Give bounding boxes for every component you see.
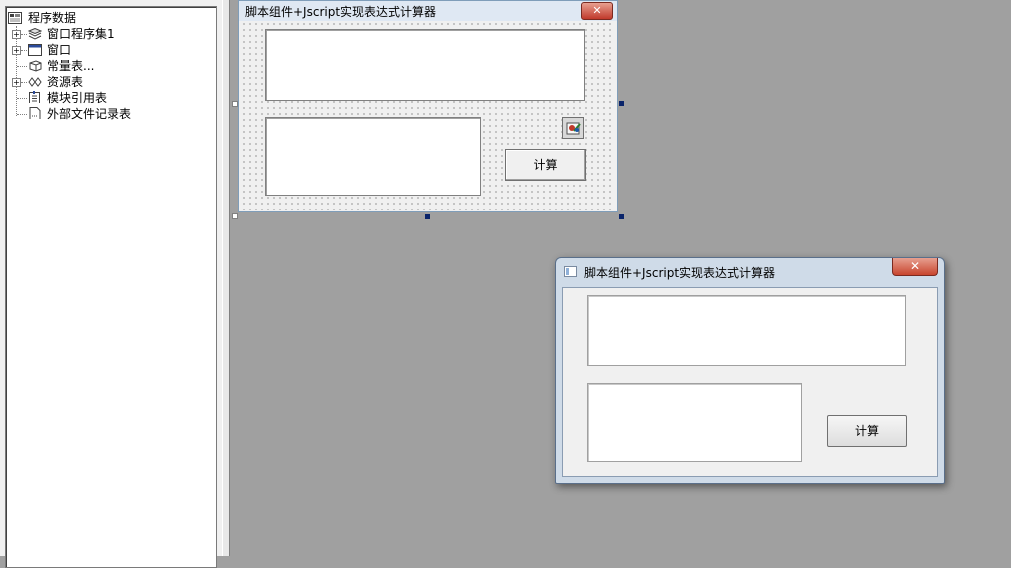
expand-icon[interactable]: + bbox=[12, 46, 21, 55]
program-data-icon bbox=[8, 12, 22, 24]
expression-input[interactable] bbox=[587, 295, 906, 366]
tree-item-label: 模块引用表 bbox=[47, 91, 108, 105]
module-ref-icon bbox=[29, 91, 40, 103]
tree-item-constants[interactable]: 常量表... bbox=[6, 58, 206, 74]
design-close-button[interactable]: ✕ bbox=[581, 2, 613, 20]
running-window[interactable]: 脚本组件+Jscript实现表达式计算器 ✕ 计算 bbox=[555, 257, 945, 484]
running-window-client: 计算 bbox=[562, 287, 938, 477]
constants-icon bbox=[29, 60, 42, 72]
calculate-button[interactable]: 计算 bbox=[827, 415, 907, 447]
expand-icon[interactable]: + bbox=[12, 78, 21, 87]
app-icon bbox=[564, 266, 577, 277]
selection-handle[interactable] bbox=[619, 101, 624, 106]
project-tree-panel: 程序数据 + 窗口程序集1 + 窗口 常量表... + 资源表 模块引用表 外部… bbox=[0, 0, 222, 568]
tree-root-label: 程序数据 bbox=[28, 11, 77, 25]
tree-item-label: 窗口 bbox=[47, 43, 72, 57]
selection-handle[interactable] bbox=[619, 214, 624, 219]
close-icon: ✕ bbox=[592, 4, 602, 17]
design-calculate-button[interactable]: 计算 bbox=[505, 149, 586, 181]
expand-icon[interactable]: + bbox=[12, 30, 21, 39]
script-component-icon bbox=[566, 122, 581, 135]
tree-item-label: 资源表 bbox=[47, 75, 84, 89]
design-expression-editbox[interactable] bbox=[265, 29, 585, 101]
design-form-title: 脚本组件+Jscript实现表达式计算器 bbox=[245, 5, 437, 19]
design-result-editbox[interactable] bbox=[265, 117, 481, 196]
running-window-title: 脚本组件+Jscript实现表达式计算器 bbox=[584, 266, 776, 280]
tree-item-window[interactable]: + 窗口 bbox=[6, 42, 206, 58]
tree-item-external-files[interactable]: 外部文件记录表 bbox=[6, 106, 206, 122]
resources-icon bbox=[28, 77, 42, 87]
tree-root[interactable]: 程序数据 bbox=[6, 10, 206, 26]
window-icon bbox=[28, 44, 42, 56]
project-tree[interactable]: 程序数据 + 窗口程序集1 + 窗口 常量表... + 资源表 模块引用表 外部… bbox=[5, 6, 217, 568]
tree-item-label: 外部文件记录表 bbox=[47, 107, 132, 121]
tree-item-module-ref[interactable]: 模块引用表 bbox=[6, 90, 206, 106]
tree-item-label: 常量表... bbox=[47, 59, 95, 73]
result-output[interactable] bbox=[587, 383, 802, 462]
tree-item-label: 窗口程序集1 bbox=[47, 27, 115, 41]
panel-splitter[interactable] bbox=[222, 0, 230, 556]
layers-icon bbox=[28, 28, 42, 40]
tree-item-resources[interactable]: + 资源表 bbox=[6, 74, 206, 90]
selection-handle[interactable] bbox=[425, 214, 430, 219]
selection-handle[interactable] bbox=[232, 101, 238, 107]
tree-item-window-assembly[interactable]: + 窗口程序集1 bbox=[6, 26, 206, 42]
design-form-titlebar[interactable]: 脚本组件+Jscript实现表达式计算器 ✕ bbox=[239, 1, 617, 21]
file-record-icon bbox=[29, 107, 41, 119]
window-close-button[interactable]: ✕ bbox=[892, 258, 938, 276]
selection-handle[interactable] bbox=[232, 213, 238, 219]
close-icon: ✕ bbox=[909, 259, 921, 273]
script-component[interactable] bbox=[562, 117, 584, 139]
